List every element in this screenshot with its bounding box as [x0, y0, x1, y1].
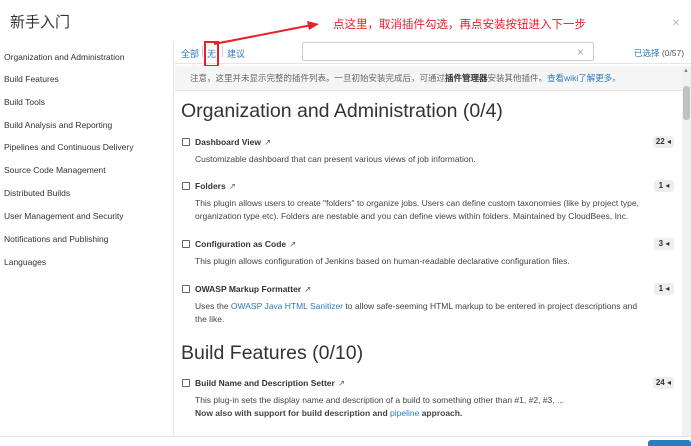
plugin-name-text: Configuration as Code: [195, 239, 287, 249]
toolbar-divider: [222, 46, 223, 57]
selected-number: (0/57): [661, 48, 685, 58]
plugin-description-text: Uses the: [195, 301, 231, 311]
plugin-description-text: to allow safe-seeming HTML markup to be …: [343, 301, 638, 311]
external-link-icon[interactable]: ↗: [264, 137, 271, 147]
sidebar-item-languages[interactable]: Languages: [4, 257, 46, 267]
plugin-description: This plugin allows users to create "fold…: [195, 198, 639, 208]
clear-search-icon[interactable]: ×: [577, 45, 584, 59]
select-suggested-link[interactable]: 建议: [227, 47, 245, 60]
external-link-icon[interactable]: ↗: [229, 181, 236, 191]
notice-text-2: 安装其他插件。: [487, 73, 548, 83]
dependency-badge[interactable]: 3 ◂: [654, 238, 674, 250]
plugin-checkbox[interactable]: [182, 379, 190, 387]
plugin-description-text: approach.: [419, 408, 463, 418]
notice-text: 注意，这里并未显示完整的插件列表。一旦初始安装完成后，可通过: [190, 73, 446, 83]
select-all-link[interactable]: 全部: [181, 47, 199, 60]
annotation-text: 点这里，取消插件勾选，再点安装按钮进入下一步: [333, 17, 586, 31]
section-heading-organization: Organization and Administration (0/4): [181, 100, 503, 122]
sidebar-item-user-management[interactable]: User Management and Security: [4, 211, 124, 221]
section-heading-build-features: Build Features (0/10): [181, 342, 364, 364]
plugin-name-text: Folders: [195, 181, 226, 191]
sidebar-item-build-tools[interactable]: Build Tools: [4, 97, 45, 107]
scrollbar[interactable]: [682, 66, 691, 446]
plugin-name-text: Dashboard View: [195, 137, 261, 147]
sidebar-item-source-code-management[interactable]: Source Code Management: [4, 165, 106, 175]
plugin-manager-text: 插件管理器: [445, 73, 488, 83]
plugin-list: Organization and Administration (0/4) Da…: [175, 91, 682, 446]
plugin-name[interactable]: Build Name and Description Setter ↗: [195, 378, 345, 389]
plugin-checkbox[interactable]: [182, 138, 190, 146]
install-button[interactable]: [648, 440, 691, 446]
pipeline-link[interactable]: pipeline: [390, 408, 419, 418]
external-link-icon[interactable]: ↗: [304, 284, 311, 294]
plugin-description-line2: the like.: [195, 314, 225, 324]
sidebar-item-notifications[interactable]: Notifications and Publishing: [4, 234, 108, 244]
dependency-badge[interactable]: 22 ◂: [652, 136, 674, 148]
sidebar-item-build-analysis[interactable]: Build Analysis and Reporting: [4, 120, 112, 130]
external-link-icon[interactable]: ↗: [338, 378, 345, 388]
toolbar-divider: [202, 46, 203, 57]
selected-label: 已选择: [634, 48, 660, 58]
plugin-name[interactable]: Folders ↗: [195, 181, 236, 192]
notice-banner: 注意，这里并未显示完整的插件列表。一旦初始安装完成后，可通过插件管理器安装其他插…: [175, 66, 685, 91]
plugin-search-input[interactable]: [302, 42, 594, 61]
annotation-highlight-box: [204, 41, 219, 67]
selected-count[interactable]: 已选择 (0/57): [634, 47, 684, 59]
sidebar-item-organization-administration[interactable]: Organization and Administration: [4, 52, 125, 62]
owasp-sanitizer-link[interactable]: OWASP Java HTML Sanitizer: [231, 301, 343, 311]
plugin-description-text: Now also with support for build descript…: [195, 408, 391, 418]
external-link-icon[interactable]: ↗: [289, 239, 296, 249]
dependency-badge[interactable]: 24 ◂: [652, 377, 674, 389]
dialog-title: 新手入门: [10, 14, 71, 31]
plugin-description: Uses the OWASP Java HTML Sanitizer to al…: [195, 300, 680, 313]
close-icon[interactable]: ×: [669, 15, 683, 29]
plugin-name-text: Build Name and Description Setter: [195, 378, 335, 388]
sidebar-item-distributed-builds[interactable]: Distributed Builds: [4, 188, 70, 198]
plugin-description: Customizable dashboard that can present …: [195, 154, 476, 164]
plugin-name[interactable]: Configuration as Code ↗: [195, 239, 296, 250]
plugin-description: This plugin allows configuration of Jenk…: [195, 256, 570, 266]
plugin-description-line2: organization type etc). Folders are nest…: [195, 211, 629, 221]
plugin-name-text: OWASP Markup Formatter: [195, 284, 302, 294]
dependency-badge[interactable]: 1 ◂: [654, 180, 674, 192]
wiki-link[interactable]: 查看wiki了解更多。: [547, 73, 621, 83]
sidebar-item-build-features[interactable]: Build Features: [4, 74, 59, 84]
category-sidebar: Organization and Administration Build Fe…: [0, 42, 174, 446]
plugin-description-line2: Now also with support for build descript…: [195, 407, 675, 420]
plugin-description: This plug-in sets the display name and d…: [195, 395, 565, 405]
plugin-name[interactable]: Dashboard View ↗: [195, 137, 271, 148]
plugin-checkbox[interactable]: [182, 240, 190, 248]
dependency-badge[interactable]: 1 ◂: [654, 283, 674, 295]
plugin-checkbox[interactable]: [182, 182, 190, 190]
sidebar-item-pipelines[interactable]: Pipelines and Continuous Delivery: [4, 142, 133, 152]
dialog-footer: [0, 436, 691, 446]
scroll-up-icon[interactable]: ▲: [683, 68, 689, 74]
plugin-checkbox[interactable]: [182, 285, 190, 293]
scrollbar-thumb[interactable]: [683, 86, 690, 120]
plugin-name[interactable]: OWASP Markup Formatter ↗: [195, 284, 311, 295]
